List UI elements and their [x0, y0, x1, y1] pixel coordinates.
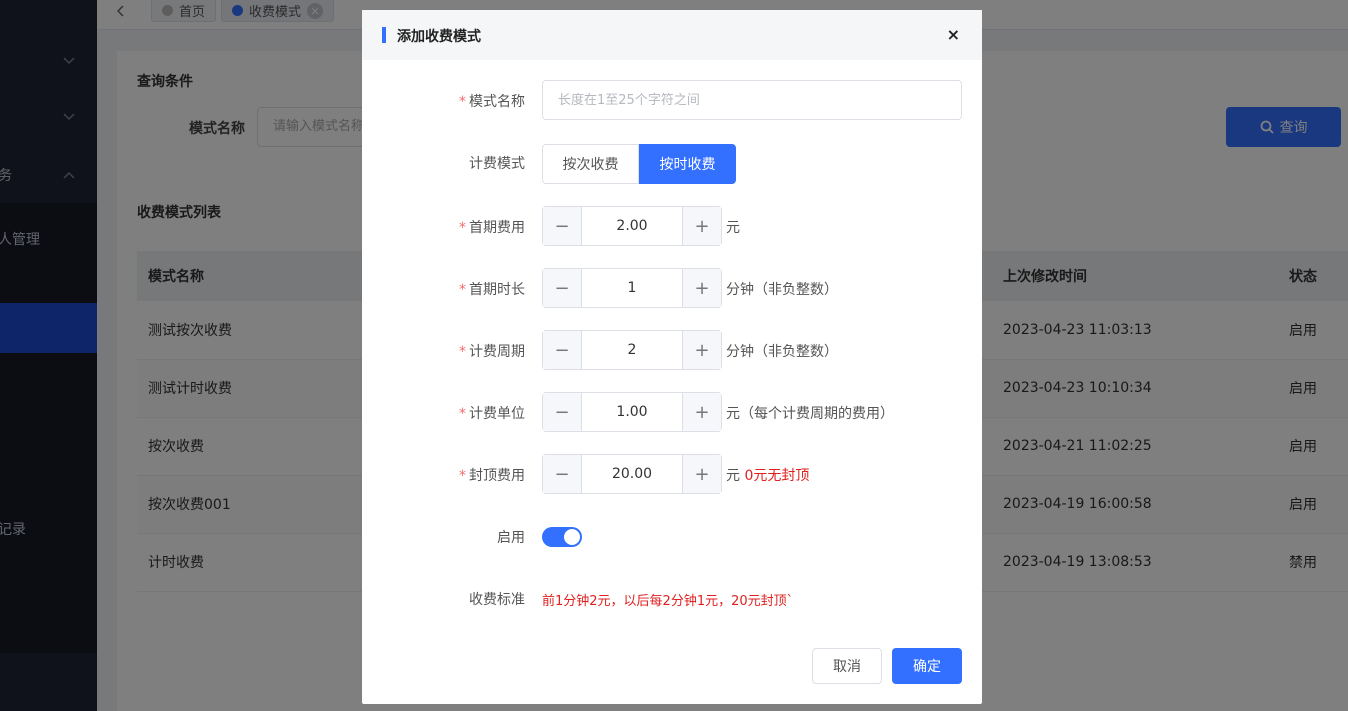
increment-button[interactable]: + [682, 269, 721, 307]
decrement-button[interactable]: − [543, 455, 582, 493]
field-label-cap-fee: * 封顶费用 [459, 468, 525, 484]
cap-fee-value[interactable]: 20.00 [582, 455, 682, 493]
per-time-billing-button[interactable]: 按时收费 [639, 144, 736, 184]
add-billing-mode-dialog: 添加收费模式 × *模式名称 计费模式 按次收费 按时收费 *首期费用 − 2.… [362, 10, 982, 704]
first-fee-unit: 元 [726, 220, 740, 236]
per-use-billing-button[interactable]: 按次收费 [542, 144, 639, 184]
confirm-button[interactable]: 确定 [892, 648, 962, 684]
close-icon[interactable]: × [947, 26, 960, 44]
period-unit: 分钟（非负整数） [726, 344, 838, 360]
unit-fee-stepper: − 1.00 + [542, 392, 722, 432]
period-stepper: − 2 + [542, 330, 722, 370]
cancel-button[interactable]: 取消 [812, 648, 882, 684]
charging-standard-text: 前1分钟2元，以后每2分钟1元，20元封顶` [542, 594, 794, 609]
dialog-title: 添加收费模式 [397, 29, 481, 45]
title-accent-bar [382, 27, 386, 43]
cap-fee-note: 0元无封顶 [744, 468, 810, 484]
first-duration-stepper: − 1 + [542, 268, 722, 308]
dialog-header: 添加收费模式 × [362, 10, 982, 60]
increment-button[interactable]: + [682, 331, 721, 369]
first-duration-value[interactable]: 1 [582, 269, 682, 307]
field-label-unit-fee: * 计费单位 [459, 406, 525, 422]
field-label-enabled: 启用 [497, 530, 525, 546]
increment-button[interactable]: + [682, 207, 721, 245]
first-fee-value[interactable]: 2.00 [582, 207, 682, 245]
first-duration-unit: 分钟（非负整数） [726, 282, 838, 298]
billing-mode-toggle: 按次收费 按时收费 [542, 144, 736, 184]
field-label-period: * 计费周期 [459, 344, 525, 360]
mode-name-input[interactable] [542, 80, 962, 120]
switch-knob [564, 529, 580, 545]
unit-fee-value[interactable]: 1.00 [582, 393, 682, 431]
field-label-name: * 模式名称 [459, 94, 525, 110]
field-label-first-duration: * 首期时长 [459, 282, 525, 298]
increment-button[interactable]: + [682, 393, 721, 431]
enabled-toggle-switch[interactable] [542, 527, 582, 547]
unit-fee-unit: 元（每个计费周期的费用） [726, 406, 894, 422]
period-value[interactable]: 2 [582, 331, 682, 369]
cap-fee-unit: 元 0元无封顶 [726, 468, 810, 484]
decrement-button[interactable]: − [543, 269, 582, 307]
decrement-button[interactable]: − [543, 207, 582, 245]
increment-button[interactable]: + [682, 455, 721, 493]
decrement-button[interactable]: − [543, 331, 582, 369]
decrement-button[interactable]: − [543, 393, 582, 431]
field-label-first-fee: * 首期费用 [459, 220, 525, 236]
cap-fee-stepper: − 20.00 + [542, 454, 722, 494]
field-label-standard: 收费标准 [469, 592, 525, 608]
first-fee-stepper: − 2.00 + [542, 206, 722, 246]
field-label-billing-mode: 计费模式 [469, 156, 525, 172]
